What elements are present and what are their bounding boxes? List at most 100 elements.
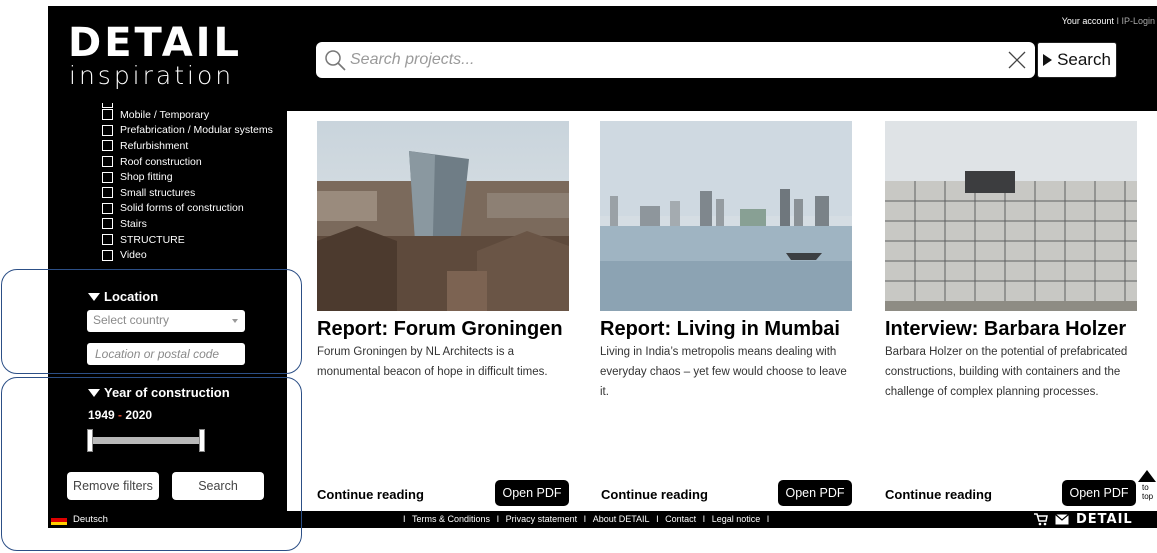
open-pdf-button[interactable]: Open PDF (778, 480, 852, 506)
category-item[interactable]: Refurbishment (102, 138, 273, 154)
category-label: Shop fitting (120, 171, 173, 184)
search-button[interactable]: Search (1037, 42, 1117, 78)
logo-subtitle: inspiration (69, 61, 235, 90)
search-button-label: Search (1057, 50, 1111, 69)
category-item[interactable]: Mobile / Temporary (102, 107, 273, 123)
search-box (316, 42, 1035, 78)
article-teaser: Forum Groningen by NL Architects is a mo… (317, 346, 548, 378)
category-label: Small structures (120, 186, 196, 199)
caret-down-icon (232, 319, 238, 323)
checkbox[interactable] (102, 187, 113, 199)
category-label: Refurbishment (120, 139, 189, 152)
category-item[interactable]: STRUCTURE (102, 232, 273, 248)
footer-logo[interactable]: DETAIL (1076, 512, 1133, 527)
continue-reading-link[interactable]: Continue reading (601, 487, 708, 502)
country-select[interactable]: Select country (87, 310, 245, 332)
about-link[interactable]: About DETAIL (593, 514, 650, 524)
page: DETAIL inspiration Your account I IP-Log… (0, 0, 1157, 553)
arrow-up-icon (1138, 470, 1156, 482)
category-label: Prefabrication / Modular systems (120, 124, 273, 137)
year-from: 1949 (88, 408, 115, 422)
remove-filters-button[interactable]: Remove filters (67, 472, 159, 500)
triangle-down-icon (88, 292, 100, 301)
checkbox[interactable] (102, 218, 113, 230)
article-image-groningen[interactable] (317, 121, 569, 311)
back-to-top-label: to top (1142, 483, 1154, 501)
article-card: Report: Living in Mumbai Living in India… (600, 121, 852, 402)
checkbox[interactable] (102, 140, 113, 152)
year-slider-handle-min[interactable] (87, 429, 93, 452)
checkbox[interactable] (102, 249, 113, 261)
open-pdf-button[interactable]: Open PDF (495, 480, 569, 506)
your-account-link[interactable]: Your account (1062, 16, 1114, 26)
open-pdf-button[interactable]: Open PDF (1062, 480, 1136, 506)
checkbox[interactable] (102, 171, 113, 183)
sidebar-search-button[interactable]: Search (172, 472, 264, 500)
category-label: Solid forms of construction (120, 202, 244, 215)
article-title[interactable]: Report: Forum Groningen (317, 319, 569, 339)
search-icon (325, 50, 346, 71)
continue-reading-link[interactable]: Continue reading (885, 487, 992, 502)
footer: Deutsch I Terms & Conditions I Privacy s… (48, 511, 1157, 528)
footer-icons: DETAIL (1034, 512, 1133, 527)
checkbox[interactable] (102, 202, 113, 214)
play-triangle-icon (1043, 54, 1053, 66)
checkbox[interactable] (102, 109, 113, 121)
category-label: Mobile / Temporary (120, 108, 210, 121)
checkbox[interactable] (102, 234, 113, 246)
top-links: Your account I IP-Login (1062, 16, 1155, 26)
article-card: Report: Forum Groningen Forum Groningen … (317, 121, 569, 382)
legal-notice-link[interactable]: Legal notice (712, 514, 761, 524)
german-flag-icon[interactable] (51, 515, 67, 525)
logo[interactable]: DETAIL (68, 23, 242, 63)
back-to-top-button[interactable]: to top (1136, 470, 1157, 510)
language-link[interactable]: Deutsch (73, 514, 108, 525)
category-item[interactable]: Prefabrication / Modular systems (102, 123, 273, 139)
article-teaser: Living in India’s metropolis means deali… (600, 346, 847, 398)
category-item[interactable]: Stairs (102, 216, 273, 232)
checkbox[interactable] (102, 156, 113, 168)
footer-links: I Terms & Conditions I Privacy statement… (403, 514, 770, 524)
category-label: STRUCTURE (120, 233, 185, 246)
country-select-value: Select country (93, 313, 170, 327)
ip-login-link[interactable]: IP-Login (1121, 16, 1155, 26)
terms-link[interactable]: Terms & Conditions (412, 514, 490, 524)
checkbox[interactable] (102, 124, 113, 136)
location-title: Location (104, 289, 159, 304)
category-item[interactable]: Shop fitting (102, 169, 273, 185)
category-item[interactable]: Roof construction (102, 154, 273, 170)
article-card: Interview: Barbara Holzer Barbara Holzer… (885, 121, 1137, 402)
location-input[interactable] (87, 343, 245, 365)
article-title[interactable]: Report: Living in Mumbai (600, 319, 852, 339)
article-title[interactable]: Interview: Barbara Holzer (885, 319, 1137, 339)
category-list: Mobile / Temporary Prefabrication / Modu… (102, 107, 273, 263)
filter-sidebar: Mobile / Temporary Prefabrication / Modu… (48, 103, 287, 511)
category-item[interactable]: Small structures (102, 185, 273, 201)
article-image-mumbai[interactable] (600, 121, 852, 311)
year-toggle[interactable]: Year of construction (88, 385, 230, 400)
cart-icon[interactable] (1034, 513, 1048, 526)
search-input[interactable] (350, 45, 990, 75)
top-links-separator: I (1116, 16, 1119, 26)
year-to: 2020 (125, 408, 153, 422)
location-toggle[interactable]: Location (88, 289, 158, 304)
category-label: Stairs (120, 217, 147, 230)
category-item[interactable]: Solid forms of construction (102, 201, 273, 217)
mail-icon[interactable] (1055, 514, 1069, 525)
year-slider-handle-max[interactable] (199, 429, 205, 452)
contact-link[interactable]: Contact (665, 514, 696, 524)
category-item[interactable]: Video (102, 247, 273, 263)
clear-search-icon[interactable] (1007, 50, 1027, 70)
year-title: Year of construction (104, 385, 230, 400)
privacy-link[interactable]: Privacy statement (506, 514, 578, 524)
category-label: Video (120, 249, 147, 262)
header: DETAIL inspiration Your account I IP-Log… (48, 6, 1157, 111)
triangle-down-icon (88, 388, 100, 397)
article-teaser: Barbara Holzer on the potential of prefa… (885, 346, 1128, 398)
continue-reading-link[interactable]: Continue reading (317, 487, 424, 502)
year-dash: - (118, 408, 123, 422)
year-slider-track[interactable] (91, 437, 205, 444)
year-range-readout: 1949 - 2020 (88, 408, 152, 422)
article-image-container-building[interactable] (885, 121, 1137, 311)
category-label: Roof construction (120, 155, 202, 168)
